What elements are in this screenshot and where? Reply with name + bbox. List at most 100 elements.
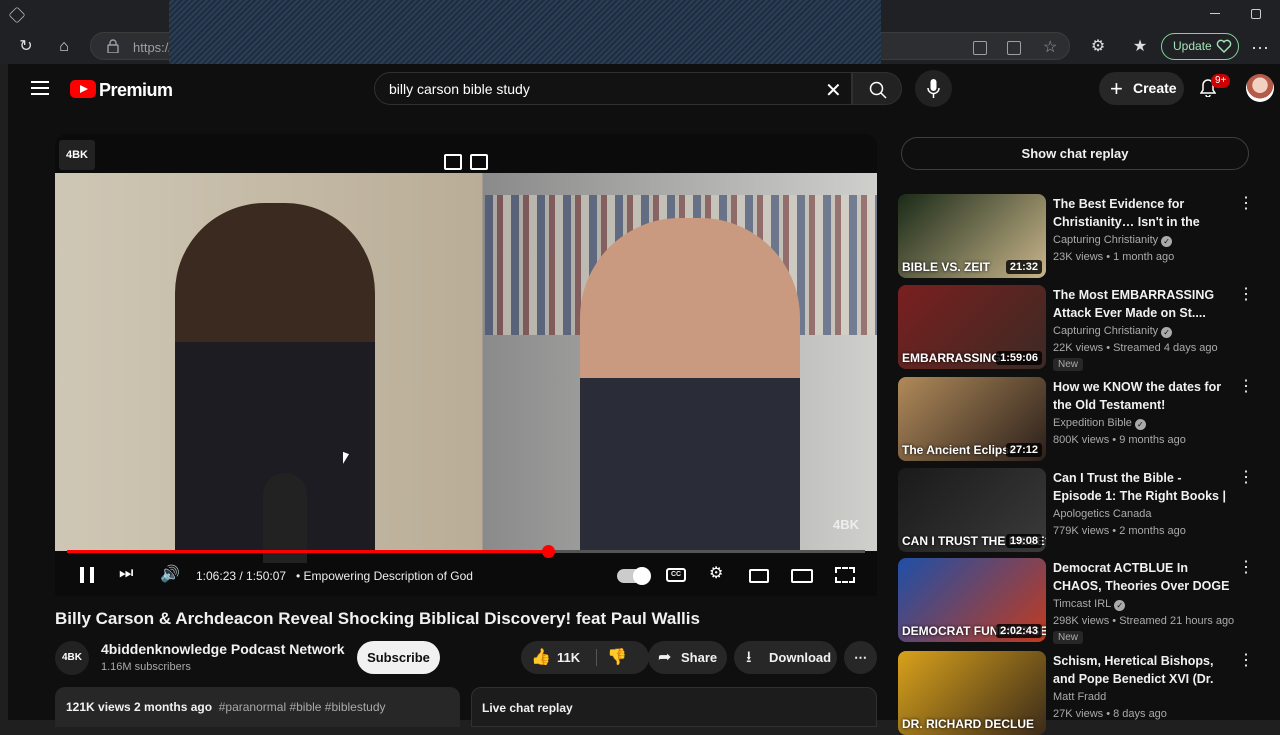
pause-icon[interactable] bbox=[80, 567, 94, 583]
autoplay-toggle[interactable] bbox=[617, 567, 651, 585]
thumbnail-text: BIBLE VS. ZEIT bbox=[902, 260, 991, 274]
recommendation-channel[interactable]: Timcast IRL ✓ bbox=[1053, 598, 1126, 611]
minimize-icon[interactable] bbox=[1210, 13, 1220, 14]
verified-check-icon: ✓ bbox=[1114, 600, 1126, 611]
channel-name[interactable]: 4biddenknowledge Podcast Network bbox=[101, 641, 345, 657]
thumbnail[interactable]: DR. RICHARD DECLUE bbox=[898, 651, 1046, 735]
recommendation-channel[interactable]: Capturing Christianity ✓ bbox=[1053, 234, 1173, 247]
verified-check-icon: ✓ bbox=[1161, 327, 1173, 338]
favorites-icon[interactable]: ★ bbox=[1129, 36, 1151, 58]
more-options-icon[interactable]: ⋮ bbox=[1238, 653, 1254, 669]
thumbnail[interactable]: DEMOCRAT FUNDING SERVICE2:02:43 bbox=[898, 558, 1046, 642]
description-header: 121K views 2 months ago #paranormal #bib… bbox=[66, 700, 386, 714]
more-options-icon[interactable]: ⋮ bbox=[1238, 470, 1254, 486]
extensions-icon[interactable]: ⚙ bbox=[1087, 36, 1109, 58]
more-actions-icon[interactable]: ⋯ bbox=[844, 641, 877, 674]
more-options-icon[interactable]: ⋮ bbox=[1238, 196, 1254, 212]
show-chat-replay-button[interactable]: Show chat replay bbox=[901, 137, 1249, 170]
video-player[interactable]: 4BK 4BK ⏭ 🔊 1:06:23 / 1:50:07 • Empoweri… bbox=[55, 134, 877, 596]
description-box[interactable]: 121K views 2 months ago #paranormal #bib… bbox=[55, 687, 460, 727]
live-chat-panel[interactable]: Live chat replay bbox=[471, 687, 877, 727]
more-options-icon[interactable]: ⋮ bbox=[1238, 379, 1254, 395]
recommendation-item[interactable]: DEMOCRAT FUNDING SERVICE2:02:43Democrat … bbox=[898, 558, 1254, 644]
recommendation-title[interactable]: Schism, Heretical Bishops, and Pope Bene… bbox=[1053, 652, 1233, 688]
channel-label: Expedition Bible bbox=[1053, 417, 1132, 429]
channel-watermark[interactable]: 4BK bbox=[59, 140, 95, 170]
heart-icon bbox=[1216, 39, 1232, 53]
recommendation-channel[interactable]: Apologetics Canada bbox=[1053, 508, 1151, 520]
update-button[interactable]: Update bbox=[1161, 33, 1239, 60]
recommendation-item[interactable]: EMBARRASSING 1:59:06 The Most EMBARRASSING… bbox=[898, 285, 1254, 371]
recommendation-item[interactable]: The Ancient Eclipse 27:12 How we KNOW the … bbox=[898, 377, 1254, 461]
recommendation-channel[interactable]: Expedition Bible ✓ bbox=[1053, 417, 1146, 430]
update-label: Update bbox=[1173, 39, 1212, 53]
progress-fill bbox=[67, 550, 549, 553]
refresh-icon[interactable]: ↻ bbox=[15, 36, 37, 58]
search-input[interactable]: billy carson bible study ✕ bbox=[374, 72, 852, 105]
channel-avatar[interactable]: 4BK bbox=[55, 641, 89, 675]
like-count[interactable]: 11K bbox=[557, 641, 580, 674]
dislike-icon[interactable]: 👎 bbox=[607, 641, 627, 674]
favorite-star-icon[interactable]: ☆ bbox=[1043, 37, 1057, 56]
share-button[interactable]: ➦ Share bbox=[648, 641, 727, 674]
recommendation-title[interactable]: Can I Trust the Bible - Episode 1: The R… bbox=[1053, 469, 1233, 505]
recommendation-item[interactable]: BIBLE VS. ZEIT 21:32 The Best Evidence for… bbox=[898, 194, 1254, 278]
hashtags[interactable]: #paranormal #bible #biblestudy bbox=[219, 700, 386, 714]
youtube-page: Premium billy carson bible study ✕ + Cre… bbox=[8, 64, 1280, 735]
recommendation-channel[interactable]: Capturing Christianity ✓ bbox=[1053, 325, 1173, 338]
clear-search-icon[interactable]: ✕ bbox=[825, 78, 842, 103]
recommendation-title[interactable]: The Best Evidence for Christianity… Isn'… bbox=[1053, 195, 1233, 231]
cast-icon[interactable] bbox=[470, 154, 488, 170]
like-icon[interactable]: 👍 bbox=[531, 641, 551, 674]
search-button[interactable] bbox=[852, 72, 902, 105]
create-button[interactable]: + Create bbox=[1099, 72, 1184, 105]
thumbnail[interactable]: BIBLE VS. ZEIT 21:32 bbox=[898, 194, 1046, 278]
download-label: Download bbox=[769, 650, 832, 665]
subscribe-button[interactable]: Subscribe bbox=[357, 641, 440, 674]
maximize-icon[interactable] bbox=[1251, 9, 1261, 19]
settings-gear-icon[interactable]: ⚙ bbox=[709, 563, 723, 583]
thumbnail-text: DR. RICHARD DECLUE bbox=[902, 717, 1034, 731]
video-icon[interactable] bbox=[1007, 41, 1021, 55]
thumbnail[interactable]: CAN I TRUST THE BIBLE? 19:08 bbox=[898, 468, 1046, 552]
duration-badge: 27:12 bbox=[1005, 443, 1042, 457]
verified-check-icon: ✓ bbox=[1161, 236, 1173, 247]
more-options-icon[interactable]: ⋮ bbox=[1238, 287, 1254, 303]
duration-badge: 2:02:43 bbox=[996, 624, 1042, 638]
recommendation-title[interactable]: How we KNOW the dates for the Old Testam… bbox=[1053, 378, 1233, 414]
download-button[interactable]: ⭳ Download bbox=[734, 641, 837, 674]
next-icon[interactable]: ⏭ bbox=[119, 565, 133, 583]
progress-bar[interactable] bbox=[67, 545, 865, 558]
recommendation-title[interactable]: The Most EMBARRASSING Attack Ever Made o… bbox=[1053, 286, 1233, 322]
thumbnail[interactable]: The Ancient Eclipse 27:12 bbox=[898, 377, 1046, 461]
search-icon bbox=[869, 81, 887, 99]
home-icon[interactable]: ⌂ bbox=[53, 36, 75, 58]
video-frame[interactable] bbox=[55, 173, 877, 563]
recommendation-title[interactable]: Democrat ACTBLUE In CHAOS, Theories Over… bbox=[1053, 559, 1233, 595]
thumbnail[interactable]: EMBARRASSING 1:59:06 bbox=[898, 285, 1046, 369]
new-badge: New bbox=[1053, 358, 1084, 371]
recommendation-item[interactable]: CAN I TRUST THE BIBLE? 19:08 Can I Trust t… bbox=[898, 468, 1254, 552]
workspaces-icon[interactable] bbox=[8, 6, 26, 24]
miniplayer-icon[interactable] bbox=[749, 569, 769, 583]
collapse-icon[interactable] bbox=[444, 154, 462, 170]
recommendation-channel[interactable]: Matt Fradd bbox=[1053, 691, 1106, 703]
video-title: Billy Carson & Archdeacon Reveal Shockin… bbox=[55, 609, 700, 628]
app-available-icon[interactable] bbox=[973, 41, 987, 55]
theater-mode-icon[interactable] bbox=[791, 569, 813, 583]
account-avatar[interactable] bbox=[1246, 74, 1274, 102]
volume-icon[interactable]: 🔊 bbox=[160, 564, 180, 584]
mouse-cursor-icon bbox=[343, 451, 349, 467]
voice-search-button[interactable] bbox=[915, 70, 952, 107]
captions-icon[interactable]: CC bbox=[666, 568, 686, 582]
chapter-title[interactable]: • Empowering Description of God bbox=[296, 569, 473, 583]
youtube-play-icon bbox=[70, 80, 96, 98]
thumbnail-text: EMBARRASSING bbox=[902, 351, 1001, 365]
recommendation-item[interactable]: DR. RICHARD DECLUE Schism, Heretical Bish… bbox=[898, 651, 1254, 735]
share-label: Share bbox=[681, 650, 718, 665]
browser-menu-icon[interactable]: ⋯ bbox=[1251, 38, 1270, 59]
like-divider bbox=[596, 649, 597, 666]
menu-icon[interactable] bbox=[31, 81, 49, 95]
more-options-icon[interactable]: ⋮ bbox=[1238, 560, 1254, 576]
fullscreen-icon[interactable] bbox=[835, 567, 855, 583]
